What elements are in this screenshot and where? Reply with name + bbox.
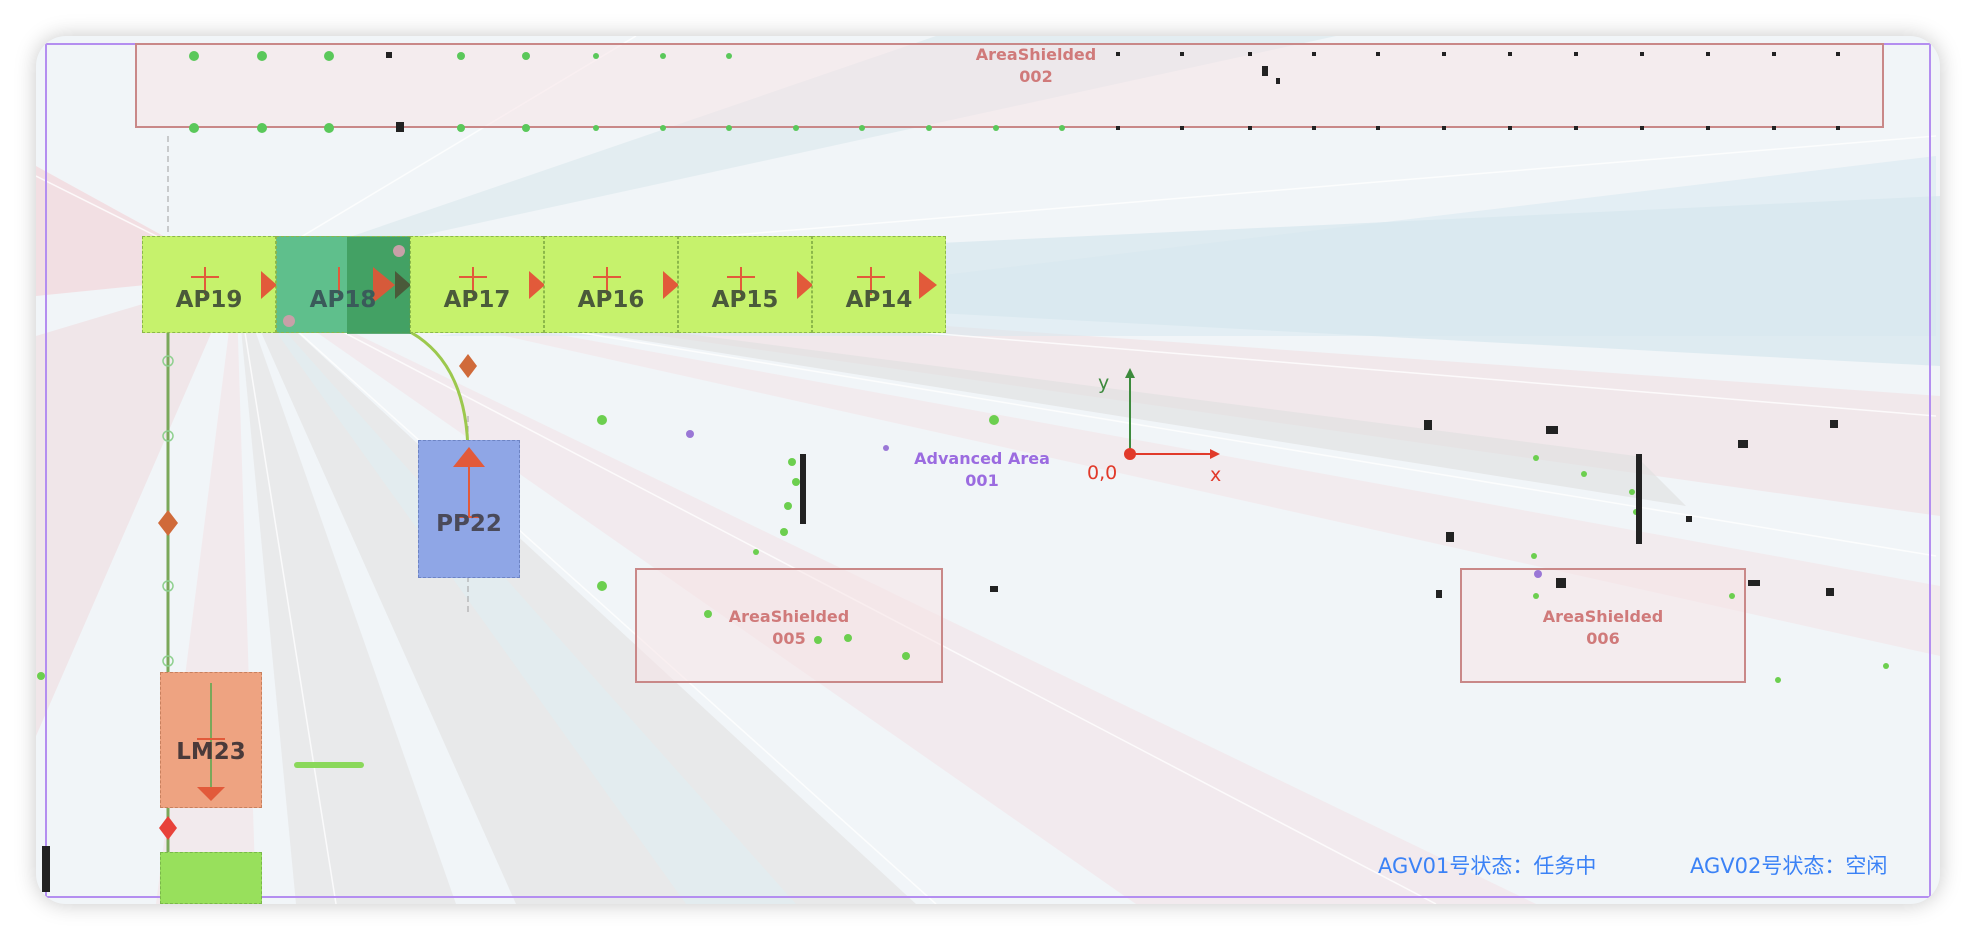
ap-label: AP18 (309, 287, 377, 313)
ap-label: AP19 (175, 287, 243, 313)
ap-marker (857, 267, 937, 299)
load-point-partial[interactable] (160, 852, 262, 904)
ap-label: AP16 (577, 287, 645, 313)
load-point-ap17[interactable]: AP17 (410, 236, 545, 333)
area-id: 001 (965, 471, 999, 490)
area-id: 006 (1586, 629, 1620, 648)
ap-label: AP14 (845, 287, 913, 313)
route-node-diamond[interactable] (459, 354, 477, 378)
pp-label: PP22 (436, 511, 502, 537)
pick-point-pp22[interactable]: PP22 (418, 440, 520, 578)
load-point-ap15[interactable]: AP15 (678, 236, 813, 333)
origin-label: 0,0 (1087, 462, 1118, 484)
shielded-area-002-label: AreaShielded 002 (936, 44, 1136, 88)
ap-marker (191, 267, 277, 299)
route-node-diamond[interactable] (158, 510, 178, 536)
agv02-status: AGV02号状态：空闲 (1690, 854, 1888, 878)
shielded-area-005-label: AreaShielded 005 (689, 606, 889, 650)
lm-label: LM23 (176, 739, 246, 765)
ap-marker (283, 237, 411, 334)
advanced-area-001-label: Advanced Area 001 (882, 448, 1082, 492)
x-axis-label: x (1210, 464, 1222, 486)
landmark-lm23[interactable]: LM23 (160, 672, 262, 808)
agv01-status: AGV01号状态：任务中 (1378, 854, 1597, 878)
area-name: AreaShielded (728, 607, 850, 626)
ap-label: AP15 (711, 287, 779, 313)
area-id: 005 (772, 629, 806, 648)
area-id: 002 (1019, 67, 1053, 86)
ap-marker (459, 267, 545, 299)
load-point-ap19[interactable]: AP19 (142, 236, 277, 333)
ap-marker (727, 267, 813, 299)
area-name: Advanced Area (914, 449, 1050, 468)
map-card: AP19 AP18 AP17 AP16 AP15 AP14 PP22 LM23 … (36, 36, 1940, 904)
load-point-ap18[interactable]: AP18 (276, 236, 411, 334)
ap-label: AP17 (443, 287, 511, 313)
ap-marker (593, 267, 679, 299)
area-name: AreaShielded (1542, 607, 1664, 626)
pp-marker (453, 447, 485, 518)
area-name: AreaShielded (975, 45, 1097, 64)
load-point-ap16[interactable]: AP16 (544, 236, 679, 333)
shielded-area-006-label: AreaShielded 006 (1503, 606, 1703, 650)
y-axis-label: y (1098, 372, 1110, 394)
load-point-ap14[interactable]: AP14 (812, 236, 946, 333)
